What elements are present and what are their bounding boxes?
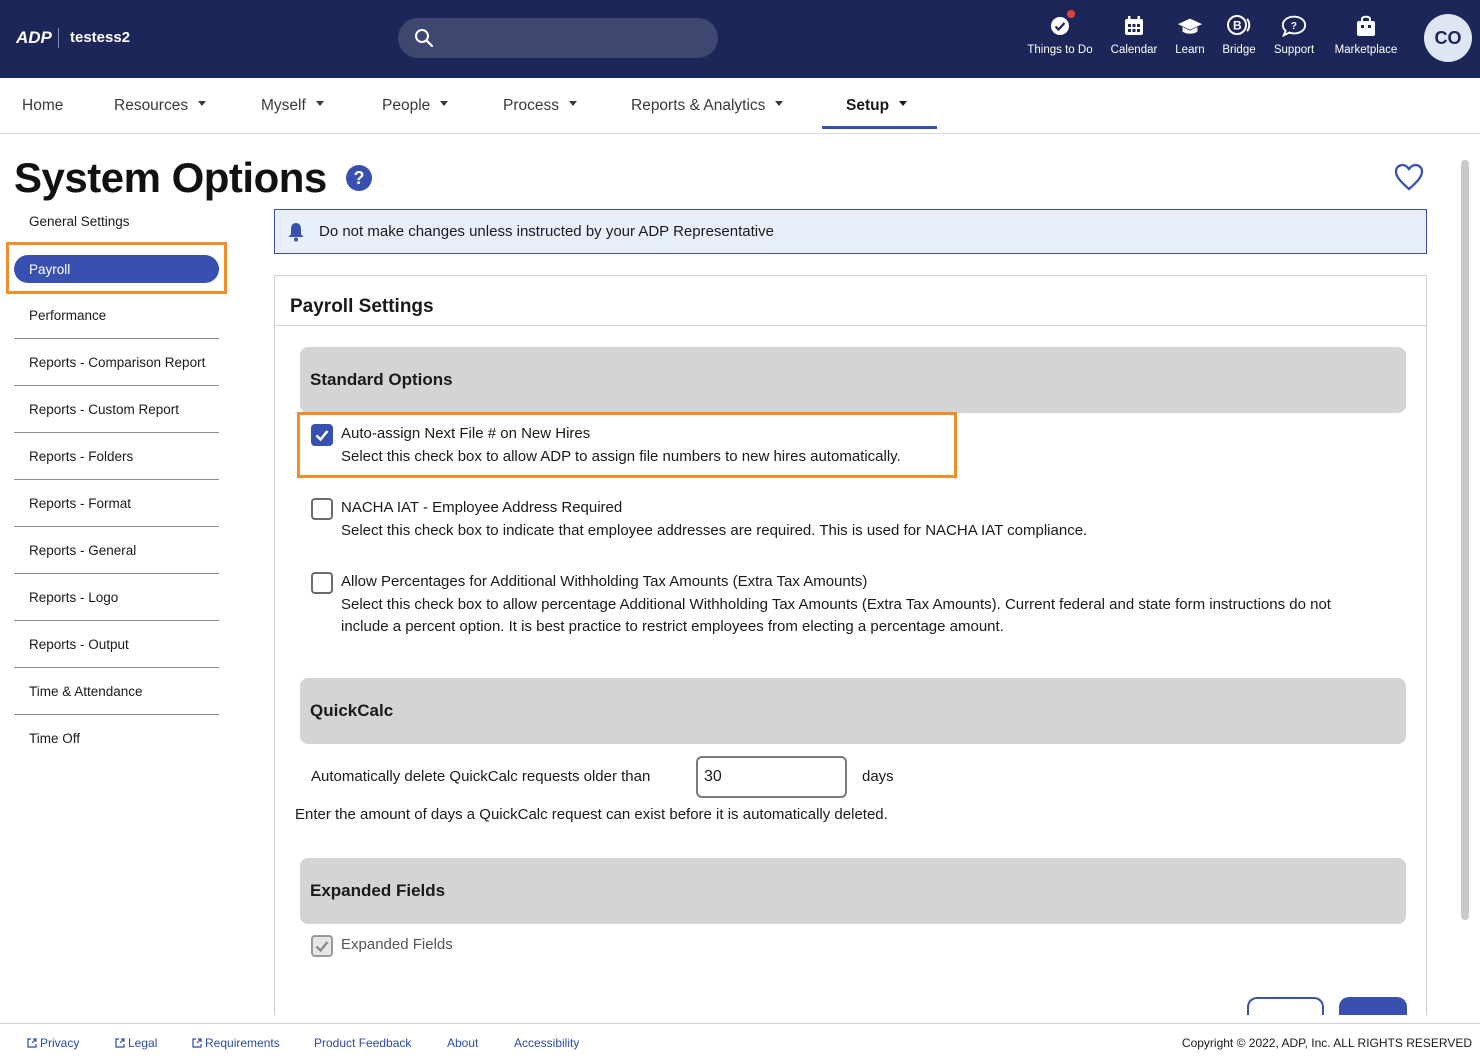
chevron-down-icon <box>569 101 577 107</box>
expanded-fields-checkbox[interactable] <box>311 935 333 957</box>
allow-percentages-checkbox[interactable] <box>311 572 333 594</box>
page-title: System Options <box>14 154 327 201</box>
footer-link-accessibility[interactable]: Accessibility <box>514 1036 579 1050</box>
calendar-icon <box>1121 12 1147 40</box>
active-nav-indicator <box>822 126 937 129</box>
nav-people[interactable]: People <box>382 97 449 115</box>
footer-link-product-feedback[interactable]: Product Feedback <box>314 1036 411 1050</box>
sidebar-item-performance[interactable]: Performance <box>14 292 219 339</box>
nav-resources[interactable]: Resources <box>114 97 207 115</box>
chevron-down-icon <box>440 101 449 107</box>
expanded-fields-label: Expanded Fields <box>341 936 453 953</box>
support-icon: ? <box>1281 12 1307 40</box>
quickcalc-days-input[interactable] <box>696 756 847 798</box>
external-link-icon <box>192 1038 202 1048</box>
bridge-icon: B <box>1226 12 1252 40</box>
page-scrollbar[interactable] <box>1461 160 1469 920</box>
quickcalc-help-text: Enter the amount of days a QuickCalc req… <box>295 806 888 823</box>
learn-button[interactable]: Learn <box>1170 12 1210 64</box>
sidebar-item-reports-custom[interactable]: Reports - Custom Report <box>14 386 219 433</box>
chevron-down-icon <box>775 101 784 107</box>
marketplace-icon <box>1353 12 1379 40</box>
tenant-name: testess2 <box>70 29 131 46</box>
svg-text:B: B <box>1233 19 1242 33</box>
search-icon <box>415 29 434 48</box>
sidebar-item-general-settings[interactable]: General Settings <box>14 198 219 245</box>
panel-divider <box>275 325 1426 326</box>
svg-text:?: ? <box>1291 21 1297 32</box>
sidebar-item-time-attendance[interactable]: Time & Attendance <box>14 668 219 715</box>
sidebar-item-reports-format[interactable]: Reports - Format <box>14 480 219 527</box>
panel-title: Payroll Settings <box>290 296 434 317</box>
logo-divider <box>58 28 59 48</box>
things-to-do-button[interactable]: Things to Do <box>1024 10 1096 64</box>
nav-reports-analytics[interactable]: Reports & Analytics <box>631 97 784 115</box>
nav-setup[interactable]: Setup <box>846 97 908 115</box>
option-description: Select this check box to indicate that e… <box>341 522 1088 539</box>
checkmark-icon <box>315 941 329 953</box>
top-header: ADP testess2 Things to Do Calendar Learn… <box>0 0 1480 78</box>
section-quickcalc: QuickCalc <box>300 678 1406 744</box>
nav-myself[interactable]: Myself <box>261 97 324 115</box>
external-link-icon <box>27 1038 37 1048</box>
footer-link-privacy[interactable]: Privacy <box>27 1036 79 1050</box>
option-description: Select this check box to allow percentag… <box>341 596 1331 635</box>
quickcalc-label: Automatically delete QuickCalc requests … <box>311 768 651 785</box>
marketplace-button[interactable]: Marketplace <box>1330 12 1402 64</box>
nacha-iat-checkbox[interactable] <box>311 498 333 520</box>
external-link-icon <box>115 1038 125 1048</box>
quickcalc-unit: days <box>862 768 894 785</box>
nav-home[interactable]: Home <box>22 97 63 115</box>
chevron-down-icon <box>315 101 324 107</box>
copyright-text: Copyright © 2022, ADP, Inc. ALL RIGHTS R… <box>1181 1036 1472 1050</box>
section-expanded-fields: Expanded Fields <box>300 858 1406 924</box>
svg-text:ADP: ADP <box>16 28 52 47</box>
alert-message: Do not make changes unless instructed by… <box>319 223 774 240</box>
footer-link-about[interactable]: About <box>447 1036 478 1050</box>
things-to-do-icon <box>1047 10 1075 40</box>
sidebar-item-reports-logo[interactable]: Reports - Logo <box>14 574 219 621</box>
graduation-cap-icon <box>1177 12 1203 40</box>
chevron-down-icon <box>899 101 908 107</box>
secondary-button[interactable] <box>1247 997 1324 1015</box>
sidebar-item-reports-comparison[interactable]: Reports - Comparison Report <box>14 339 219 386</box>
adp-logo[interactable]: ADP <box>16 26 52 48</box>
primary-button[interactable] <box>1339 997 1407 1015</box>
bell-icon <box>288 222 304 241</box>
calendar-button[interactable]: Calendar <box>1108 12 1160 64</box>
user-avatar[interactable]: CO <box>1424 14 1472 62</box>
section-standard-options: Standard Options <box>300 347 1406 413</box>
sidebar-item-reports-output[interactable]: Reports - Output <box>14 621 219 668</box>
option-title: NACHA IAT - Employee Address Required <box>341 499 623 516</box>
payroll-highlight-box <box>6 242 227 294</box>
bridge-button[interactable]: B Bridge <box>1219 12 1259 64</box>
nav-process[interactable]: Process <box>503 97 577 115</box>
option-highlight-box <box>297 412 957 478</box>
main-navigation: Home Resources Myself People Process Rep… <box>0 78 1480 134</box>
warning-alert: Do not make changes unless instructed by… <box>274 209 1427 254</box>
sidebar-item-time-off[interactable]: Time Off <box>14 715 219 762</box>
help-icon[interactable]: ? <box>346 165 372 191</box>
footer: Privacy Legal Requirements Product Feedb… <box>0 1023 1480 1058</box>
option-title: Allow Percentages for Additional Withhol… <box>341 573 868 590</box>
footer-link-requirements[interactable]: Requirements <box>192 1036 280 1050</box>
support-button[interactable]: ? Support <box>1270 12 1318 64</box>
notification-dot <box>1067 10 1075 18</box>
search-bar[interactable] <box>398 18 718 58</box>
sidebar-item-reports-general[interactable]: Reports - General <box>14 527 219 574</box>
sidebar-item-reports-folders[interactable]: Reports - Folders <box>14 433 219 480</box>
favorite-heart-icon[interactable] <box>1393 162 1425 192</box>
chevron-down-icon <box>198 101 207 107</box>
footer-link-legal[interactable]: Legal <box>115 1036 157 1050</box>
